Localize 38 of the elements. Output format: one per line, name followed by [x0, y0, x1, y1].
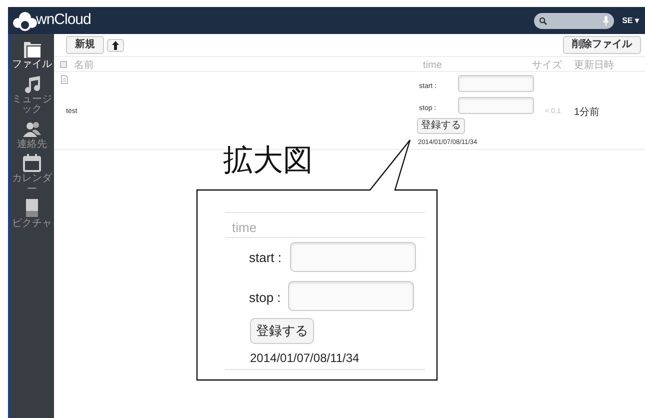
sidebar-item[interactable]: カレンダー	[11, 154, 53, 195]
people-icon	[23, 120, 41, 138]
user-menu[interactable]: SE ▾	[622, 14, 639, 26]
new-button[interactable]: 新規	[66, 36, 104, 54]
start-input[interactable]	[458, 75, 534, 92]
search-icon	[539, 16, 548, 24]
sidebar-item[interactable]: ファイル	[11, 40, 53, 70]
column-header[interactable]: 名前	[74, 58, 94, 73]
sidebar-item[interactable]: ピクチャ	[11, 199, 53, 230]
microphone-icon	[603, 16, 610, 26]
sidebar-item[interactable]: 連絡先	[11, 120, 53, 150]
column-header[interactable]: time	[423, 58, 442, 73]
stop-input[interactable]	[288, 281, 414, 311]
modified-time: 1分前	[574, 106, 600, 120]
calendar-icon	[23, 154, 41, 172]
logo-text: wnCloud	[36, 10, 91, 30]
select-all-checkbox[interactable]	[60, 61, 67, 68]
upload-button[interactable]	[107, 38, 124, 52]
sidebar-item[interactable]: ミュージック	[11, 74, 53, 116]
start-label: start :	[249, 249, 282, 267]
panel-icon	[23, 199, 41, 217]
timestamp: 2014/01/07/08/11/34	[250, 350, 360, 367]
start-input[interactable]	[290, 242, 416, 272]
search-field[interactable]	[534, 12, 614, 28]
callout-title: 拡大図	[223, 143, 313, 179]
column-header: time	[232, 219, 257, 237]
up-arrow-icon	[112, 40, 119, 50]
column-header[interactable]: 更新日時	[574, 58, 614, 73]
folder-icon	[23, 40, 41, 58]
column-header[interactable]: サイズ	[532, 58, 562, 73]
music-note-icon	[23, 74, 41, 92]
delete-files-button[interactable]: 削除ファイル	[563, 36, 641, 54]
cloud-logo-icon	[12, 10, 38, 30]
register-button[interactable]: 登録する	[250, 318, 314, 344]
stop-input[interactable]	[458, 97, 534, 114]
stop-label: stop :	[249, 289, 281, 307]
file-icon	[61, 75, 68, 84]
register-button[interactable]: 登録する	[417, 118, 465, 134]
